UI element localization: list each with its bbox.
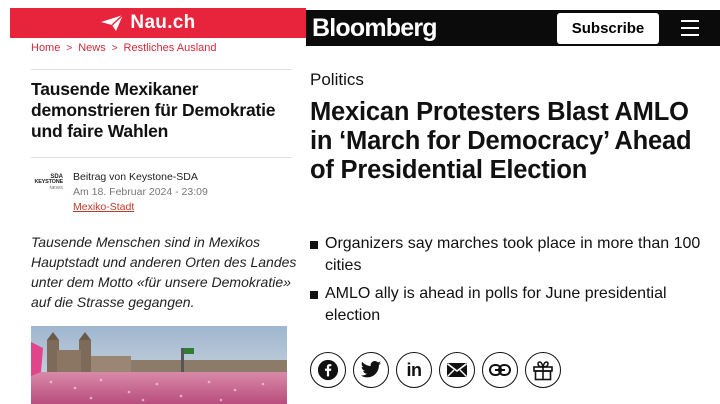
divider (31, 69, 291, 70)
publish-date: Am 18. Februar 2024 - 23:09 (73, 186, 208, 198)
author-box: SDA KEYSTONE NEWS Beitrag von Keystone-S… (31, 170, 208, 215)
summary-bullet: Organizers say marches took place in mor… (310, 233, 710, 277)
article-lead: Tausende Menschen sind in Mexikos Haupts… (31, 234, 297, 310)
bloomberg-header-bar: Bloomberg Subscribe (306, 10, 720, 46)
byline: Beitrag von Keystone-SDA (73, 171, 198, 183)
breadcrumb-restliches-ausland[interactable]: Restliches Ausland (124, 42, 217, 54)
divider (31, 157, 291, 158)
email-icon (447, 363, 467, 377)
subscribe-button[interactable]: Subscribe (557, 13, 659, 44)
facebook-icon (317, 359, 339, 381)
nau-logo-arrow-icon (101, 14, 124, 31)
linkedin-icon: in (406, 359, 423, 380)
share-toolbar: in (310, 352, 561, 388)
page-title: Tausende Mexikaner demonstrieren für Dem… (31, 79, 276, 141)
location-link[interactable]: Mexiko-Stadt (73, 200, 208, 215)
share-email-button[interactable] (439, 352, 475, 388)
share-facebook-button[interactable] (310, 352, 346, 388)
link-icon (489, 364, 511, 376)
summary-bullet: AMLO ally is ahead in polls for June pre… (310, 283, 710, 327)
breadcrumb-separator: > (111, 42, 118, 54)
bloomberg-logo[interactable]: Bloomberg (312, 14, 438, 43)
section-kicker[interactable]: Politics (310, 70, 364, 90)
breadcrumb-home[interactable]: Home (31, 42, 60, 54)
gift-icon (533, 361, 553, 381)
nau-article-panel: Nau.ch Home > News > Restliches Ausland … (0, 0, 306, 404)
keystone-sda-logo: SDA KEYSTONE NEWS (31, 174, 63, 200)
summary-bullet-text: Organizers say marches took place in mor… (325, 235, 701, 274)
summary-bullet-text: AMLO ally is ahead in polls for June pre… (325, 285, 667, 324)
nau-logo[interactable]: Nau.ch (100, 12, 195, 34)
breadcrumb-news[interactable]: News (78, 42, 106, 54)
nau-header-bar: Nau.ch (10, 8, 306, 38)
share-link-button[interactable] (482, 352, 518, 388)
share-linkedin-button[interactable]: in (396, 352, 432, 388)
bloomberg-article-panel: Bloomberg Subscribe Politics Mexican Pro… (306, 0, 720, 404)
twitter-icon (360, 361, 382, 378)
article-meta: Beitrag von Keystone-SDA Am 18. Februar … (73, 170, 208, 215)
article-photo[interactable] (31, 326, 287, 404)
share-twitter-button[interactable] (353, 352, 389, 388)
nau-logo-text: Nau.ch (130, 12, 196, 33)
bullet-square-icon (310, 241, 318, 249)
menu-line (681, 27, 699, 29)
menu-line (681, 34, 699, 36)
menu-line (681, 20, 699, 22)
bullet-square-icon (310, 291, 318, 299)
protest-crowd-image (31, 326, 287, 404)
breadcrumb: Home > News > Restliches Ausland (31, 42, 217, 54)
gift-article-button[interactable] (525, 352, 561, 388)
agency-logo-line: NEWS (49, 184, 64, 190)
breadcrumb-separator: > (66, 42, 73, 54)
summary-bullets: Organizers say marches took place in mor… (310, 233, 710, 333)
headline: Mexican Protesters Blast AMLO in ‘March … (310, 98, 692, 184)
hamburger-menu-icon[interactable] (681, 18, 699, 38)
